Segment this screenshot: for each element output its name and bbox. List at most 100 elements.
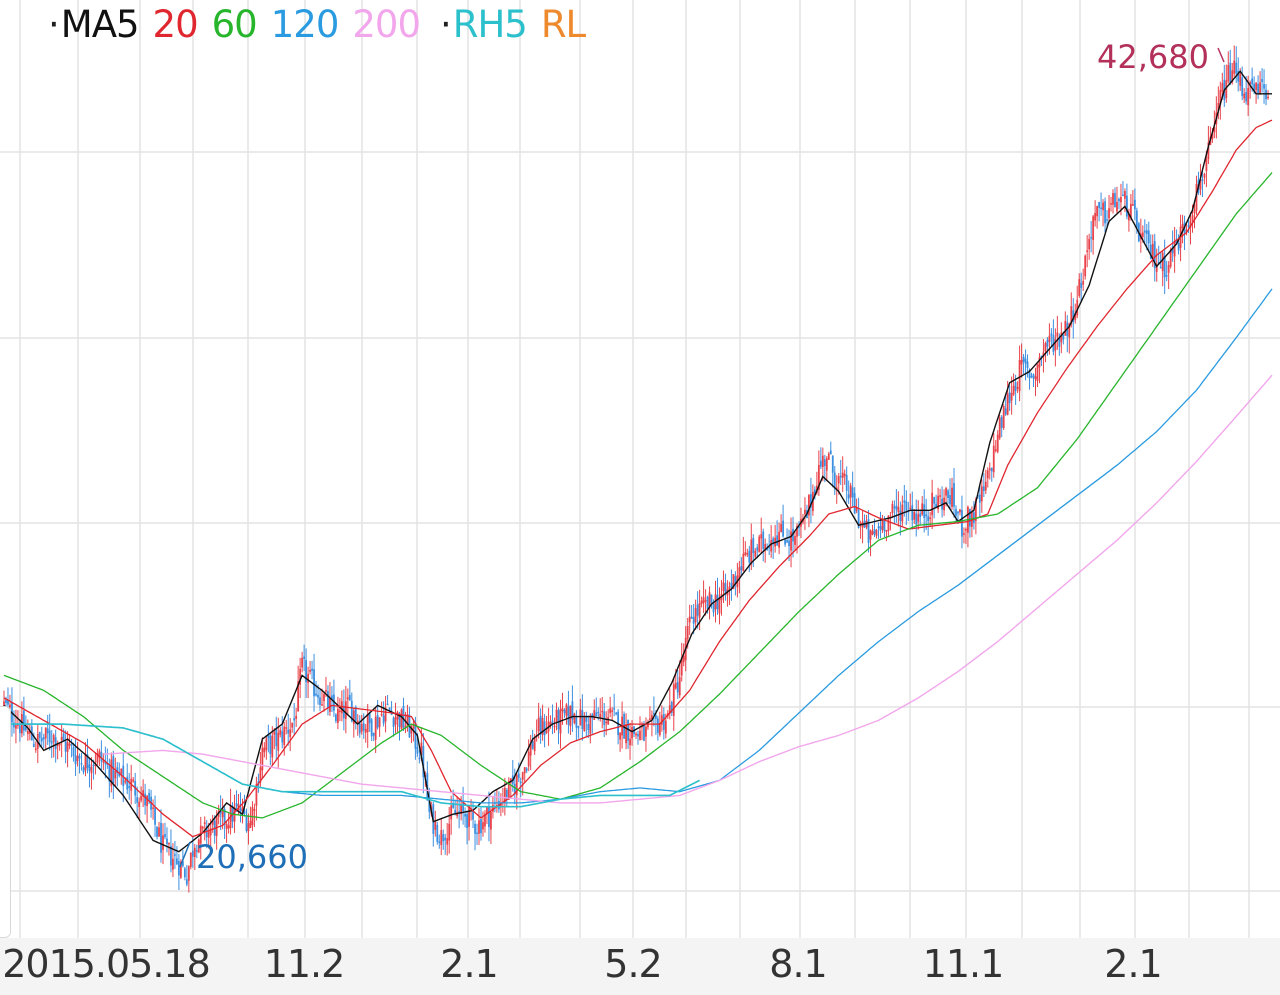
candle-body	[706, 596, 709, 609]
candle-body	[517, 773, 520, 778]
candle-body	[283, 726, 286, 745]
candle-body	[883, 519, 886, 532]
candle-body	[903, 500, 906, 503]
candle-body	[478, 820, 480, 834]
candle-body	[136, 797, 139, 803]
candle-body	[1030, 375, 1033, 378]
candle-body	[744, 552, 747, 556]
candle-body	[1201, 179, 1204, 181]
candle-body	[740, 566, 743, 571]
candle-body	[909, 507, 912, 510]
candle-body	[416, 747, 419, 754]
candle-body	[984, 481, 987, 491]
candle-body	[309, 669, 311, 672]
candle-body	[177, 861, 180, 876]
candle-body	[325, 690, 327, 692]
candle-body	[1106, 219, 1108, 221]
candle-body	[730, 582, 733, 588]
candle-body	[183, 868, 186, 878]
candle-body	[285, 727, 288, 729]
legend-ma60[interactable]: 60	[212, 3, 258, 46]
candle-body	[708, 592, 711, 607]
candle-body	[88, 764, 91, 771]
candle-body	[635, 733, 637, 736]
candle-body	[476, 832, 478, 835]
candle-body	[444, 837, 447, 841]
candle-body	[1120, 197, 1122, 203]
side-panel-handle[interactable]	[0, 706, 11, 938]
candle-body	[128, 786, 131, 788]
candle-body	[140, 795, 143, 801]
candle-body	[917, 514, 920, 522]
candle-body	[253, 809, 256, 811]
candle-body	[1046, 339, 1049, 347]
candle-body	[354, 707, 357, 721]
legend-rh5[interactable]: RH5	[453, 3, 528, 46]
candle-body	[358, 723, 361, 734]
legend-ma5[interactable]: MA5	[61, 3, 140, 46]
candle-body	[1267, 96, 1269, 99]
candle-body	[1187, 225, 1190, 227]
candle-body	[50, 741, 53, 744]
candle-body	[957, 511, 959, 514]
candle-body	[1141, 232, 1144, 237]
candle-body	[790, 531, 792, 551]
candle-body	[1010, 393, 1013, 401]
candle-body	[70, 744, 73, 746]
chart-plot-area[interactable]	[0, 0, 1280, 995]
candle-body	[466, 814, 468, 829]
candle-body	[362, 723, 365, 731]
candle-body	[555, 709, 558, 723]
legend-rl[interactable]: RL	[541, 3, 586, 46]
candle-body	[871, 531, 874, 535]
candle-body	[1024, 358, 1027, 364]
candle-body	[1034, 376, 1037, 380]
candle-body	[1094, 212, 1097, 221]
candle-body	[1239, 73, 1242, 86]
candle-body	[100, 752, 103, 762]
candle-body	[392, 717, 395, 727]
candle-body	[348, 694, 351, 701]
candle-body	[1118, 198, 1120, 202]
indicator-legend[interactable]: · MA5 20 60 120 200 · RH5 RL	[48, 2, 599, 46]
candle-body	[1012, 385, 1015, 395]
candle-body	[567, 706, 570, 725]
candle-body	[959, 509, 961, 513]
legend-ma20[interactable]: 20	[153, 3, 199, 46]
candle-body	[124, 780, 127, 783]
candle-body	[185, 879, 188, 885]
candle-body	[446, 838, 449, 845]
candle-body	[609, 708, 612, 713]
stock-chart[interactable]: · MA5 20 60 120 200 · RH5 RL 42,680 20,6…	[0, 0, 1280, 995]
candle-body	[879, 525, 882, 531]
candle-body	[947, 490, 949, 498]
candle-body	[1221, 83, 1224, 92]
candle-body	[34, 748, 37, 751]
candle-body	[965, 528, 967, 531]
candle-body	[688, 616, 691, 623]
candle-body	[969, 509, 971, 527]
candle-body	[702, 597, 705, 604]
legend-ma120[interactable]: 120	[271, 3, 340, 46]
legend-bullet-ma: ·	[48, 2, 60, 46]
candle-body	[923, 504, 926, 518]
candle-body	[589, 715, 592, 734]
candle-body	[227, 825, 230, 829]
candle-body	[450, 805, 453, 820]
x-tick-label: 11.1	[922, 942, 1005, 986]
candle-body	[1032, 374, 1035, 379]
candle-body	[132, 779, 135, 782]
candle-body	[710, 594, 713, 604]
candle-body	[1050, 333, 1053, 336]
grid-lines	[0, 0, 1280, 938]
candle-body	[1181, 224, 1184, 229]
legend-ma200[interactable]: 200	[352, 3, 421, 46]
candle-body	[1131, 204, 1134, 206]
candle-body	[557, 710, 560, 730]
candle-body	[990, 467, 993, 472]
candle-body	[629, 738, 631, 746]
candle-body	[18, 725, 21, 734]
period-high-label: 42,680	[1097, 38, 1209, 76]
candle-body	[891, 503, 894, 514]
candle-body	[716, 594, 719, 610]
